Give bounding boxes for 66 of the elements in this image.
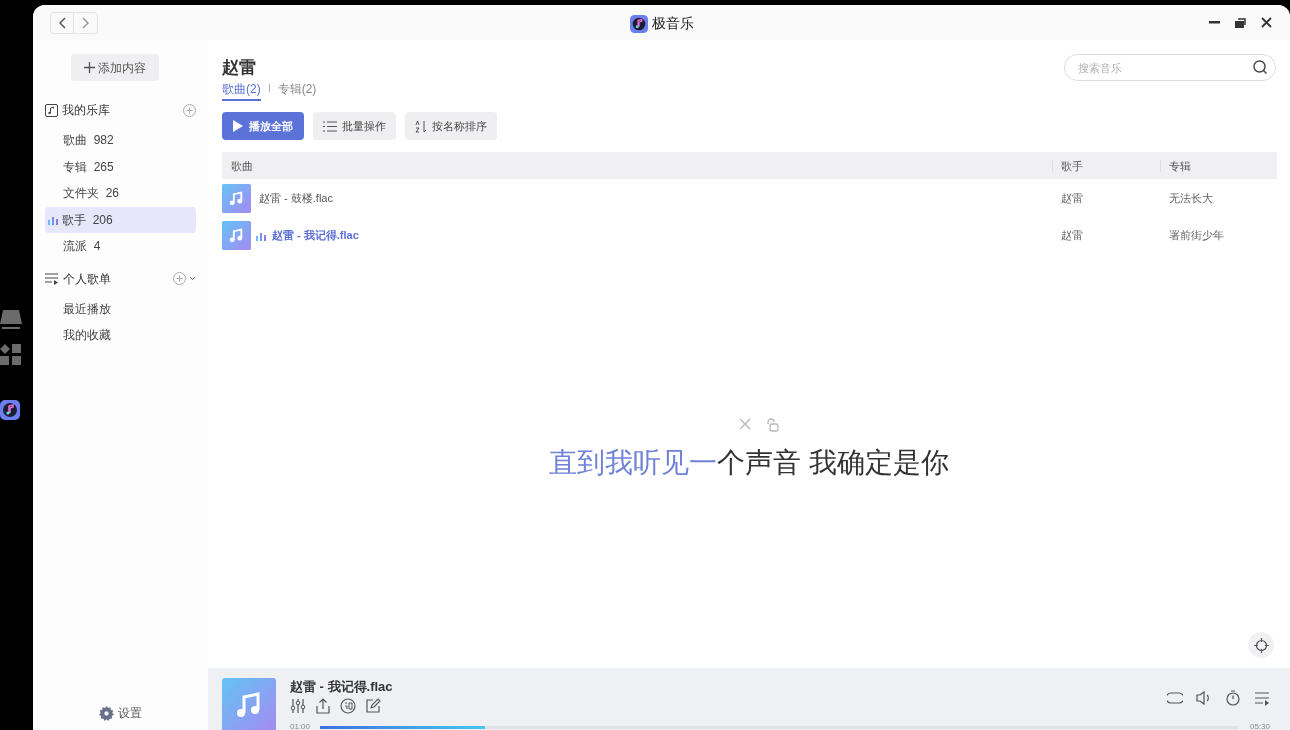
song-cover-icon bbox=[222, 184, 251, 213]
music-library-icon bbox=[45, 103, 58, 117]
duration-time: 05:30 bbox=[1249, 723, 1270, 730]
sidebar-item[interactable]: 流派 4 bbox=[45, 233, 196, 259]
plus-icon bbox=[83, 62, 95, 73]
window-title: 极音乐 bbox=[652, 14, 694, 33]
volume-icon[interactable] bbox=[1196, 690, 1212, 706]
lyric-text: 个声音 我确定是你 bbox=[717, 446, 949, 480]
batch-button[interactable]: 批量操作 bbox=[313, 112, 396, 140]
sidebar-item[interactable]: 歌手 206 bbox=[45, 206, 196, 233]
locate-button[interactable] bbox=[1248, 632, 1274, 658]
chevron-right-icon bbox=[82, 16, 89, 29]
tab[interactable]: 歌曲(2) bbox=[222, 75, 261, 101]
playlist-icon[interactable] bbox=[1254, 690, 1270, 706]
chevron-left-icon bbox=[58, 16, 66, 29]
sidebar-item[interactable]: 专辑 265 bbox=[45, 153, 196, 180]
close-icon bbox=[1260, 17, 1272, 28]
song-title[interactable]: 赵雷 - 鼓楼.flac bbox=[259, 190, 333, 207]
now-playing-title: 赵雷 - 我记得.flac bbox=[290, 678, 393, 696]
column-header: 专辑 bbox=[1160, 159, 1277, 172]
table-cell-text: 无法长大 bbox=[1168, 191, 1214, 207]
sidebar-item[interactable]: 文件夹 26 bbox=[45, 180, 196, 206]
settings-button[interactable]: 设置 bbox=[99, 704, 142, 722]
table-cell-text: 赵雷 bbox=[1060, 191, 1084, 207]
close-button[interactable] bbox=[1259, 15, 1273, 30]
dock-grid-icon[interactable] bbox=[0, 344, 22, 366]
section-title: 我的乐库 bbox=[62, 102, 110, 119]
add-content-button[interactable]: 添加内容 bbox=[70, 54, 159, 81]
album-cover-icon bbox=[222, 678, 276, 730]
settings-icon bbox=[99, 705, 114, 721]
search-icon[interactable] bbox=[1253, 60, 1268, 75]
edit-icon[interactable] bbox=[365, 698, 381, 714]
sort-button[interactable]: 按名称排序 bbox=[405, 112, 497, 140]
repeat-icon[interactable] bbox=[1167, 690, 1183, 706]
crosshair-icon bbox=[1253, 637, 1269, 653]
column-header: 歌曲 bbox=[230, 159, 254, 172]
lyrics-icon[interactable] bbox=[340, 698, 356, 714]
play-all-button[interactable]: 播放全部 bbox=[222, 112, 304, 140]
equalizer-bars-icon bbox=[48, 214, 58, 225]
list-icon bbox=[323, 120, 337, 132]
song-cover-icon bbox=[222, 221, 251, 250]
playlist-icon bbox=[45, 272, 59, 285]
search-field[interactable]: 搜索音乐 bbox=[1064, 54, 1276, 81]
sidebar-item[interactable]: 最近播放 bbox=[45, 295, 196, 322]
section-title: 个人歌单 bbox=[63, 270, 111, 288]
lyric-sung-text: 直到我听见一 bbox=[549, 446, 718, 480]
restore-button[interactable] bbox=[1233, 15, 1247, 30]
table-cell-text: 赵雷 bbox=[1060, 228, 1084, 244]
sidebar-item[interactable]: 歌曲 982 bbox=[45, 127, 196, 153]
song-title[interactable]: 赵雷 - 我记得.flac bbox=[272, 227, 359, 244]
equalizer-icon[interactable] bbox=[290, 698, 306, 714]
elapsed-time: 01:00 bbox=[290, 723, 311, 730]
chevron-down-icon[interactable] bbox=[189, 276, 196, 281]
tab[interactable]: 专辑(2) bbox=[277, 75, 317, 101]
restore-icon bbox=[1234, 17, 1246, 28]
dock-monitor-icon[interactable] bbox=[0, 310, 22, 330]
minimize-icon bbox=[1208, 21, 1220, 24]
timer-icon[interactable] bbox=[1225, 690, 1241, 706]
sidebar-item[interactable]: 我的收藏 bbox=[45, 322, 196, 348]
share-icon[interactable] bbox=[315, 698, 331, 714]
dock-music-app-icon[interactable] bbox=[0, 400, 20, 420]
table-cell-text: 署前街少年 bbox=[1168, 228, 1225, 244]
sort-icon bbox=[415, 119, 427, 133]
app-logo-icon bbox=[630, 14, 648, 33]
column-header: 歌手 bbox=[1052, 159, 1160, 172]
play-icon bbox=[233, 120, 243, 132]
